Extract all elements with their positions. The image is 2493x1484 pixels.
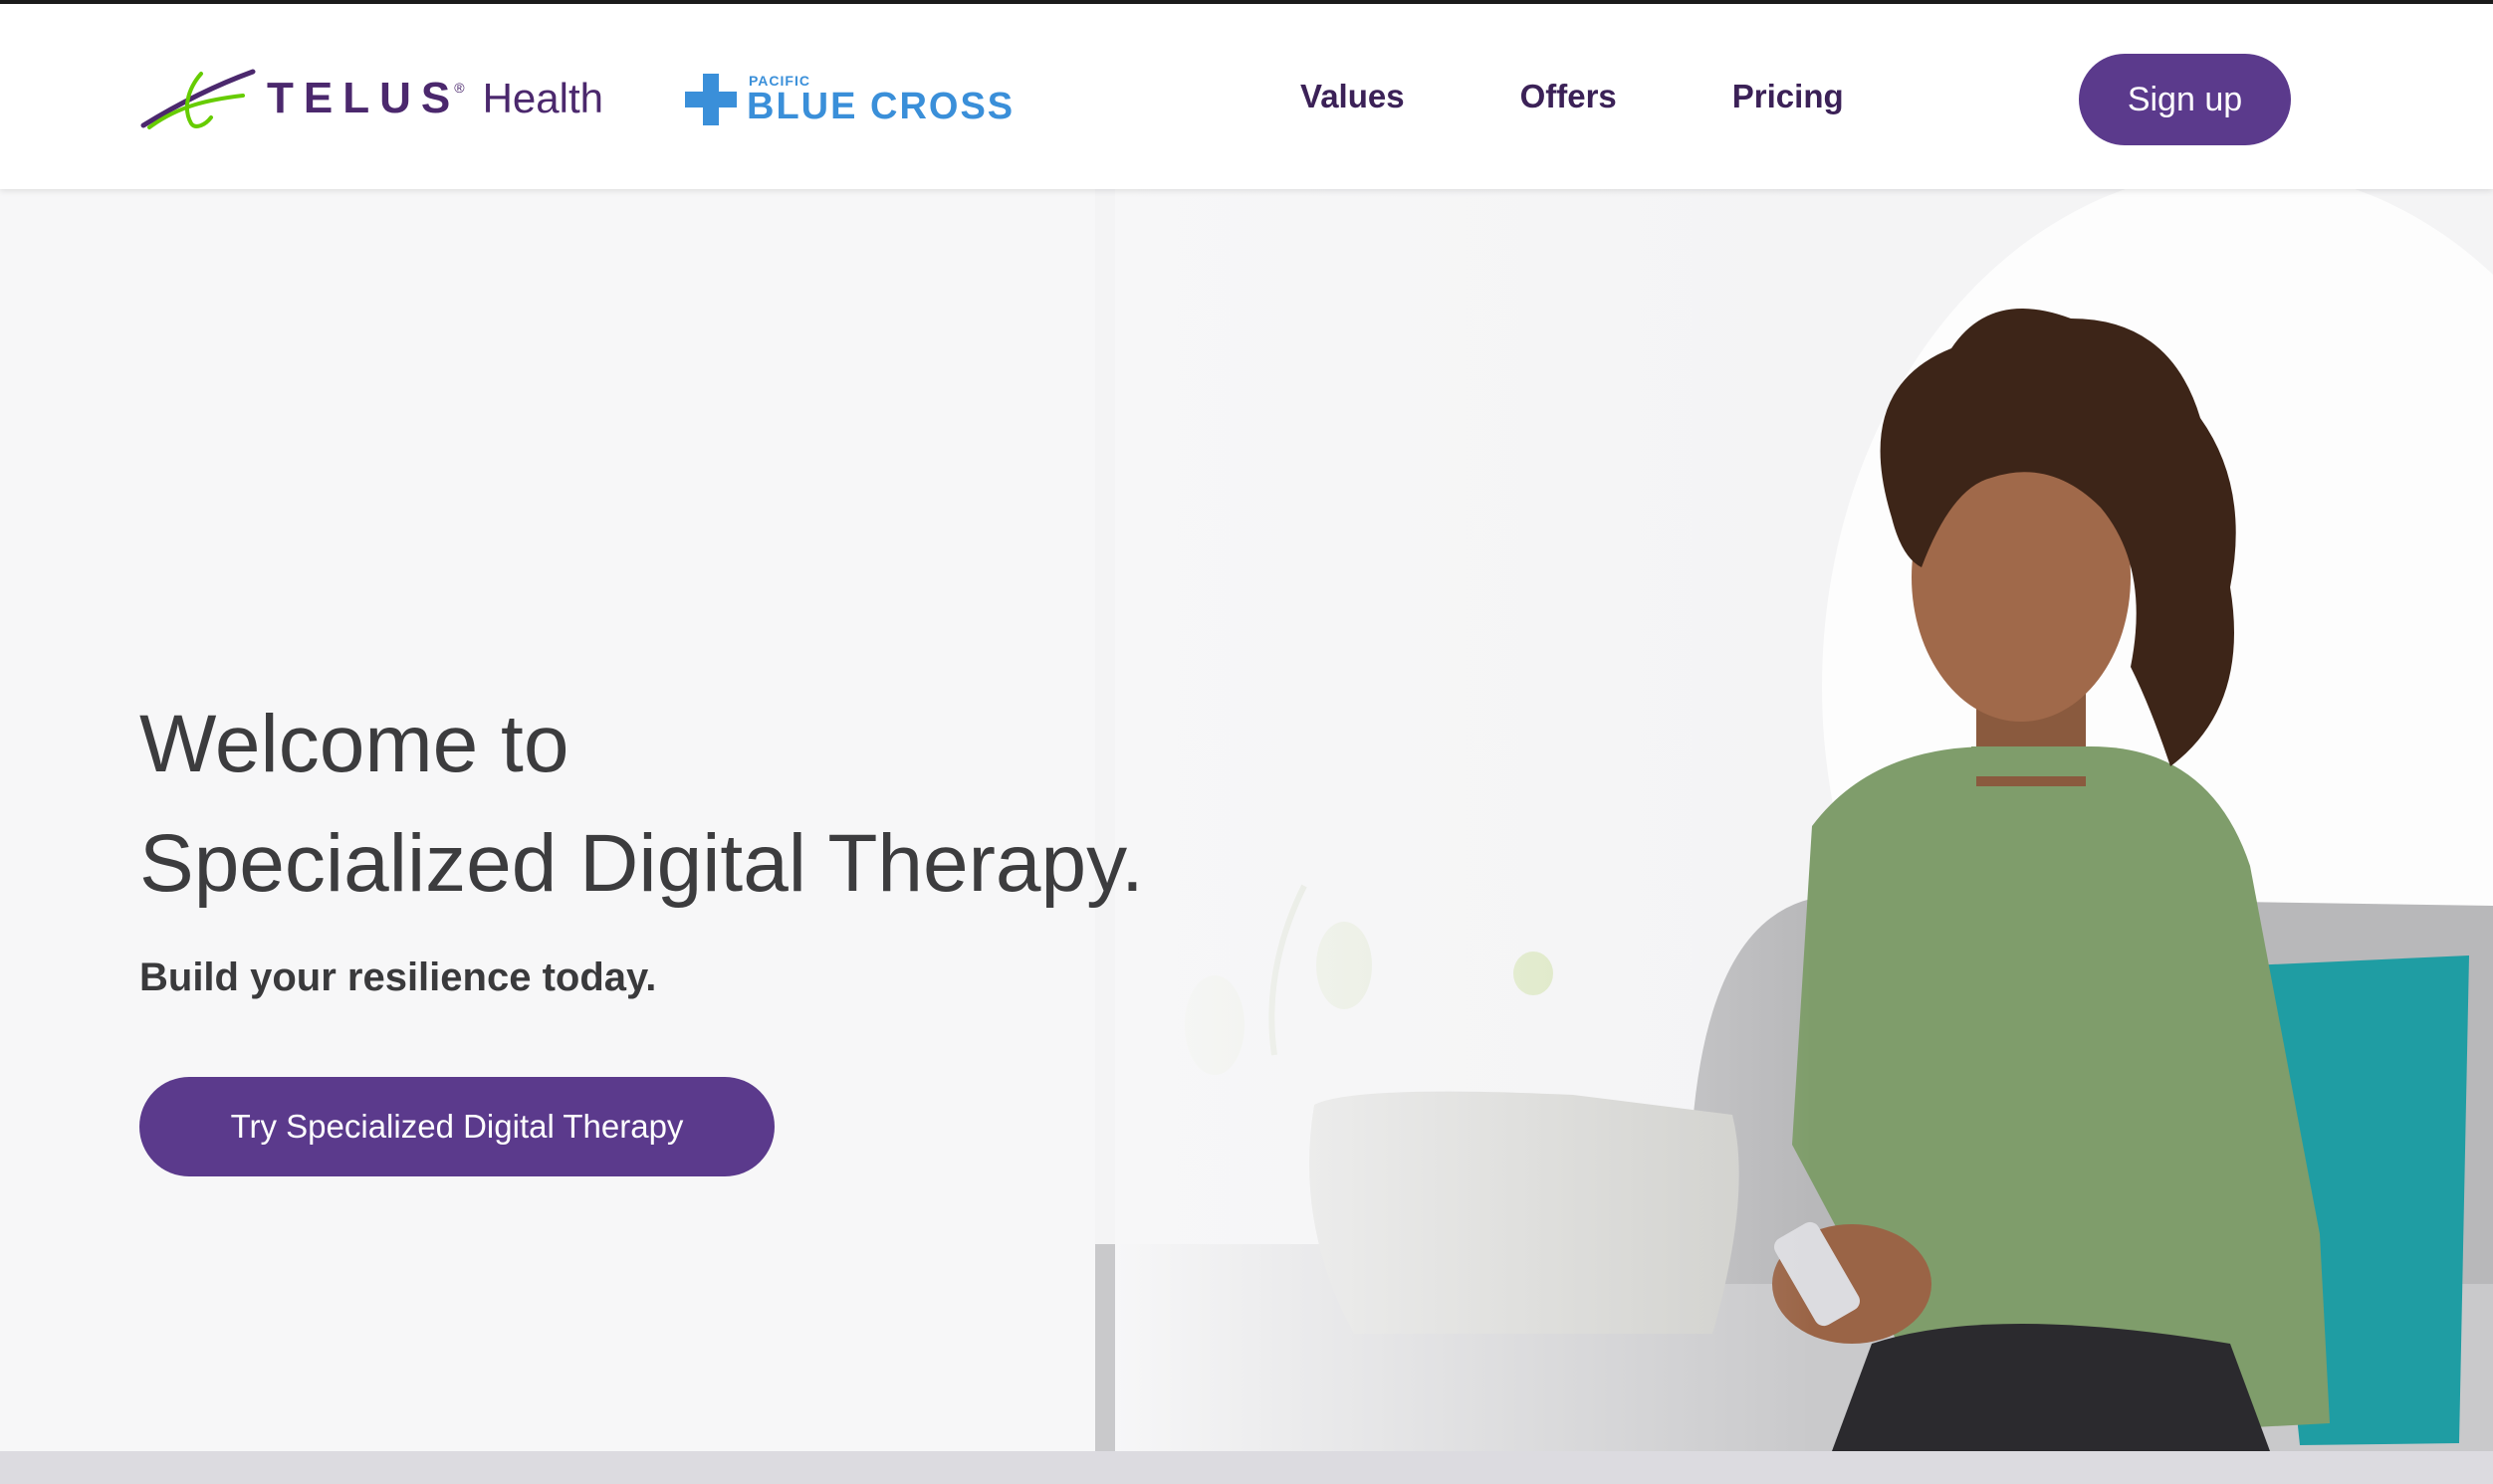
hero-title-line-2: Specialized Digital Therapy. — [139, 818, 1144, 909]
pacific-blue-cross-logo[interactable]: PACIFIC BLUE CROSS — [683, 70, 1015, 129]
hero-section: Welcome to Specialized Digital Therapy. … — [0, 189, 2493, 1451]
telus-wordmark: TELUS — [267, 74, 461, 122]
registered-mark: ® — [454, 80, 465, 96]
page: TELUS ® Health PACIFIC BLUE CROSS Values… — [0, 0, 2493, 1484]
telus-swoosh-icon — [140, 69, 256, 129]
nav-pricing[interactable]: Pricing — [1732, 78, 1844, 115]
hero-title: Welcome to Specialized Digital Therapy. — [139, 685, 1235, 924]
next-section-edge — [0, 1451, 2493, 1484]
pbc-wordmark: PACIFIC BLUE CROSS — [747, 74, 1015, 125]
nav-values[interactable]: Values — [1300, 78, 1405, 115]
pbc-big-text: BLUE CROSS — [747, 86, 1016, 127]
health-wordmark: Health — [482, 75, 603, 121]
try-therapy-button[interactable]: Try Specialized Digital Therapy — [139, 1077, 775, 1176]
blue-cross-icon — [685, 74, 737, 125]
hero-subtitle: Build your resilience today. — [139, 955, 657, 999]
main-nav: Values Offers Pricing — [1300, 78, 1959, 115]
telus-health-logo[interactable]: TELUS ® Health — [139, 66, 603, 131]
sign-up-button[interactable]: Sign up — [2079, 54, 2291, 145]
hero-title-line-1: Welcome to — [139, 699, 569, 789]
nav-offers[interactable]: Offers — [1520, 78, 1617, 115]
site-header: TELUS ® Health PACIFIC BLUE CROSS Values… — [0, 0, 2493, 189]
